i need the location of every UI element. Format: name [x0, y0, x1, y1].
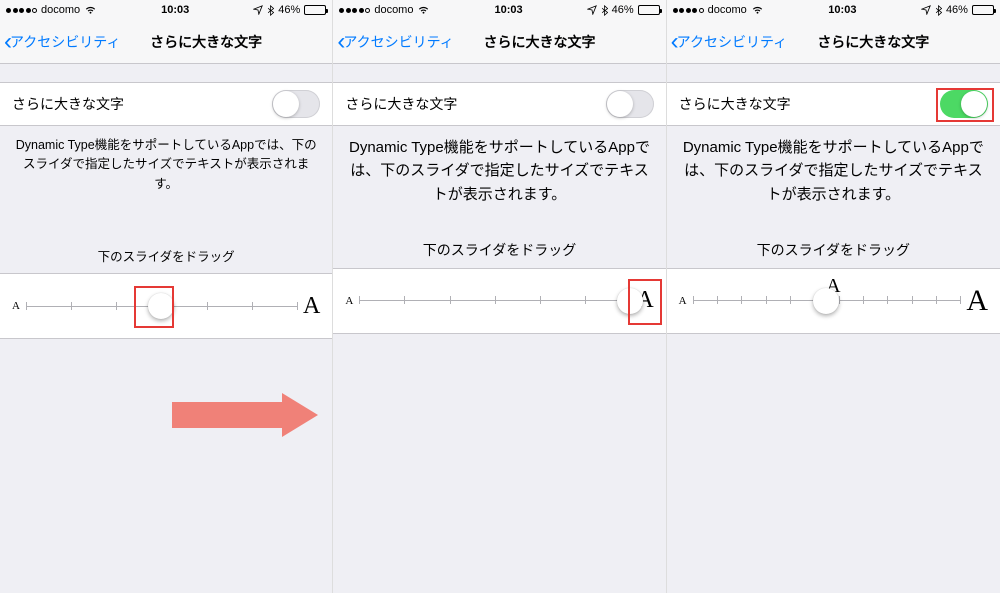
bluetooth-icon	[935, 5, 942, 16]
battery-icon	[638, 5, 660, 15]
bluetooth-icon	[267, 5, 274, 16]
back-button[interactable]: ‹ アクセシビリティ	[0, 30, 120, 54]
screen-1: docomo 10:03 46% ‹ アクセシビリティ さらに大きな文字 さらに…	[333, 0, 666, 593]
carrier-label: docomo	[708, 4, 747, 16]
nav-bar: ‹ アクセシビリティ さらに大きな文字	[667, 20, 1000, 64]
status-bar: docomo 10:03 46%	[333, 0, 665, 20]
signal-strength-icon	[339, 8, 370, 13]
dynamic-type-description: Dynamic Type機能をサポートしているAppでは、下のスライダで指定した…	[667, 126, 1000, 206]
screen-0: docomo 10:03 46% ‹ アクセシビリティ さらに大きな文字 さらに…	[0, 0, 333, 593]
carrier-label: docomo	[41, 4, 80, 16]
larger-text-label: さらに大きな文字	[679, 94, 791, 114]
larger-text-toggle[interactable]	[606, 90, 654, 118]
status-bar: docomo 10:03 46%	[667, 0, 1000, 20]
slider-max-label: A	[303, 293, 320, 320]
battery-percent: 46%	[612, 4, 634, 16]
wifi-icon	[751, 5, 764, 15]
dynamic-type-description: Dynamic Type機能をサポートしているAppでは、下のスライダで指定した…	[0, 126, 332, 194]
slider-min-label: A	[345, 295, 353, 307]
battery-icon	[972, 5, 994, 15]
status-time: 10:03	[161, 4, 189, 16]
back-label: アクセシビリティ	[343, 32, 453, 52]
slider-instruction: 下のスライダをドラッグ	[333, 240, 665, 260]
nav-bar: ‹ アクセシビリティ さらに大きな文字	[333, 20, 665, 64]
back-label: アクセシビリティ	[677, 32, 787, 52]
back-button[interactable]: ‹ アクセシビリティ	[667, 30, 787, 54]
status-time: 10:03	[828, 4, 856, 16]
slider-thumb[interactable]	[617, 288, 643, 314]
nav-bar: ‹ アクセシビリティ さらに大きな文字	[0, 20, 332, 64]
slider-instruction: 下のスライダをドラッグ	[0, 246, 332, 265]
dynamic-type-description: Dynamic Type機能をサポートしているAppでは、下のスライダで指定した…	[333, 126, 665, 206]
larger-text-label: さらに大きな文字	[345, 94, 457, 114]
signal-strength-icon	[6, 8, 37, 13]
back-label: アクセシビリティ	[10, 32, 120, 52]
slider-thumb[interactable]	[813, 288, 839, 314]
carrier-label: docomo	[374, 4, 413, 16]
wifi-icon	[84, 5, 97, 15]
back-button[interactable]: ‹ アクセシビリティ	[333, 30, 453, 54]
slider-instruction: 下のスライダをドラッグ	[667, 240, 1000, 260]
slider-min-label: A	[679, 295, 687, 307]
signal-strength-icon	[673, 8, 704, 13]
status-time: 10:03	[494, 4, 522, 16]
location-icon	[253, 5, 263, 15]
larger-text-toggle[interactable]	[272, 90, 320, 118]
larger-text-row: さらに大きな文字	[0, 82, 332, 126]
battery-percent: 46%	[946, 4, 968, 16]
text-size-slider-row: A A A	[667, 268, 1000, 334]
battery-percent: 46%	[278, 4, 300, 16]
larger-text-row: さらに大きな文字	[667, 82, 1000, 126]
location-icon	[587, 5, 597, 15]
arrow-right-annotation	[172, 395, 322, 435]
slider-max-label: A	[966, 284, 988, 318]
battery-icon	[304, 5, 326, 15]
larger-text-row: さらに大きな文字	[333, 82, 665, 126]
text-size-slider-row: A A	[333, 268, 665, 334]
slider-track[interactable]	[359, 300, 630, 301]
bluetooth-icon	[601, 5, 608, 16]
wifi-icon	[417, 5, 430, 15]
larger-text-label: さらに大きな文字	[12, 94, 124, 114]
screen-2: docomo 10:03 46% ‹ アクセシビリティ さらに大きな文字 さらに…	[667, 0, 1000, 593]
larger-text-toggle[interactable]	[940, 90, 988, 118]
slider-min-label: A	[12, 300, 20, 312]
text-size-slider-row: A A	[0, 273, 332, 339]
slider-thumb[interactable]	[148, 293, 174, 319]
location-icon	[921, 5, 931, 15]
status-bar: docomo 10:03 46%	[0, 0, 332, 20]
